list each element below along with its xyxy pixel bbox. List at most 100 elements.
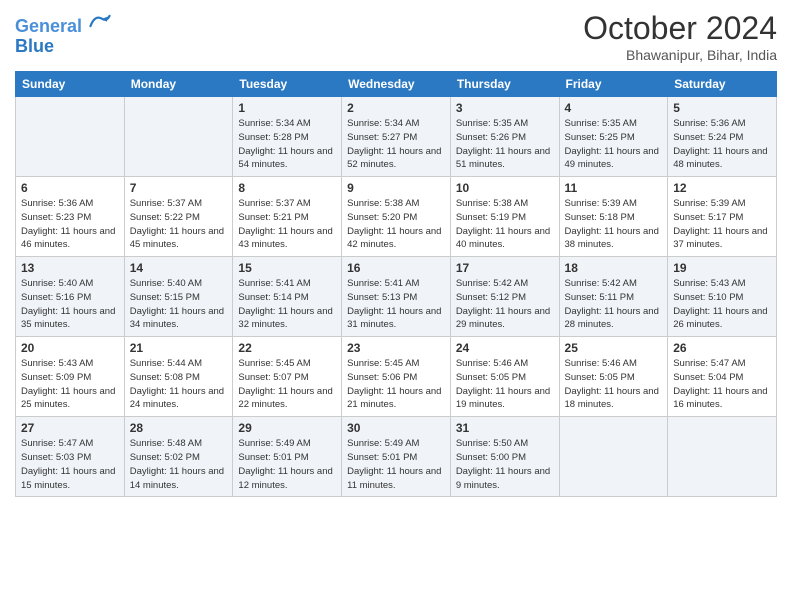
day-number: 18 [565, 261, 663, 275]
sunrise-text: Sunrise: 5:37 AM [130, 198, 202, 209]
day-number: 19 [673, 261, 771, 275]
cell-info: Sunrise: 5:44 AM Sunset: 5:08 PM Daylight:… [130, 357, 228, 412]
cell-info: Sunrise: 5:36 AMSunset: 5:23 PMDaylight:… [21, 197, 119, 252]
cell-info: Sunrise: 5:41 AMSunset: 5:14 PMDaylight:… [238, 277, 336, 332]
day-number: 5 [673, 101, 771, 115]
day-number: 31 [456, 421, 554, 435]
sunrise-text: Sunrise: 5:44 AM [130, 358, 202, 369]
day-number: 17 [456, 261, 554, 275]
cell-info: Sunrise: 5:48 AMSunset: 5:02 PMDaylight:… [130, 437, 228, 492]
sunrise-text: Sunrise: 5:50 AM [456, 438, 528, 449]
day-number: 24 [456, 341, 554, 355]
day-number: 29 [238, 421, 336, 435]
day-number: 30 [347, 421, 445, 435]
cell-info: Sunrise: 5:50 AMSunset: 5:00 PMDaylight:… [456, 437, 554, 492]
sunrise-text: Sunrise: 5:35 AM [565, 118, 637, 129]
day-cell: 19Sunrise: 5:43 AMSunset: 5:10 PMDayligh… [668, 257, 777, 337]
daylight-text: Daylight: 11 hours and 29 minutes. [456, 306, 550, 331]
day-number: 26 [673, 341, 771, 355]
daylight-text: Daylight: 11 hours and 15 minutes. [21, 466, 115, 491]
day-cell: 15Sunrise: 5:41 AMSunset: 5:14 PMDayligh… [233, 257, 342, 337]
sunset-text: Sunset: 5:12 PM [456, 292, 526, 303]
header-row: SundayMondayTuesdayWednesdayThursdayFrid… [16, 72, 777, 97]
day-number: 11 [565, 181, 663, 195]
day-cell [16, 97, 125, 177]
daylight-text: Daylight: 11 hours and 31 minutes. [347, 306, 441, 331]
sunrise-text: Sunrise: 5:43 AM [673, 278, 745, 289]
day-cell: 16Sunrise: 5:41 AMSunset: 5:13 PMDayligh… [342, 257, 451, 337]
week-row-1: 1Sunrise: 5:34 AMSunset: 5:28 PMDaylight… [16, 97, 777, 177]
daylight-text: Daylight: 11 hours and 54 minutes. [238, 146, 332, 171]
day-cell: 14 Sunrise: 5:40 AMSunset: 5:15 PMDayligh… [124, 257, 233, 337]
daylight-text: Daylight: 11 hours and 12 minutes. [238, 466, 332, 491]
day-cell: 25 Sunrise: 5:46 AMSunset: 5:05 PMDayligh… [559, 337, 668, 417]
daylight-text: Daylight: 11 hours and 18 minutes. [565, 386, 659, 411]
day-cell: 2 Sunrise: 5:34 AMSunset: 5:27 PMDaylight… [342, 97, 451, 177]
sunset-text: Sunset: 5:07 PM [238, 372, 308, 383]
cell-info: Sunrise: 5:46 AMSunset: 5:05 PMDaylight:… [565, 357, 663, 412]
sunset-text: Sunset: 5:04 PM [673, 372, 743, 383]
sunset-text: Sunset: 5:09 PM [21, 372, 91, 383]
day-number: 12 [673, 181, 771, 195]
cell-info: Sunrise: 5:35 AMSunset: 5:26 PMDaylight:… [456, 117, 554, 172]
daylight-text: Daylight: 11 hours and 51 minutes. [456, 146, 550, 171]
sunset-text: Sunset: 5:22 PM [130, 212, 200, 223]
sunrise-text: Sunrise: 5:49 AM [238, 438, 310, 449]
day-number: 9 [347, 181, 445, 195]
day-cell: 22Sunrise: 5:45 AMSunset: 5:07 PMDayligh… [233, 337, 342, 417]
day-number: 21 [130, 341, 228, 355]
logo-text: General [15, 10, 111, 37]
sunrise-text: Sunrise: 5:40 AM [21, 278, 93, 289]
day-cell: 24 Sunrise: 5:46 AMSunset: 5:05 PMDayligh… [450, 337, 559, 417]
cell-info: Sunrise: 5:38 AMSunset: 5:20 PMDaylight:… [347, 197, 445, 252]
day-cell: 30Sunrise: 5:49 AMSunset: 5:01 PMDayligh… [342, 417, 451, 497]
sunset-text: Sunset: 5:17 PM [673, 212, 743, 223]
day-number: 14 [130, 261, 228, 275]
sunrise-text: Sunrise: 5:36 AM [21, 198, 93, 209]
col-header-tuesday: Tuesday [233, 72, 342, 97]
day-cell: 21 Sunrise: 5:44 AM Sunset: 5:08 PM Dayligh… [124, 337, 233, 417]
day-cell: 17Sunrise: 5:42 AMSunset: 5:12 PMDayligh… [450, 257, 559, 337]
cell-info: Sunrise: 5:34 AMSunset: 5:27 PMDaylight:… [347, 117, 445, 172]
sunset-text: Sunset: 5:03 PM [21, 452, 91, 463]
logo-icon [89, 10, 111, 32]
sunset-text: Sunset: 5:18 PM [565, 212, 635, 223]
cell-info: Sunrise: 5:47 AMSunset: 5:04 PMDaylight:… [673, 357, 771, 412]
sunrise-text: Sunrise: 5:46 AM [456, 358, 528, 369]
logo: General Blue [15, 10, 111, 57]
cell-info: Sunrise: 5:41 AMSunset: 5:13 PMDaylight:… [347, 277, 445, 332]
cell-info: Sunrise: 5:37 AMSunset: 5:22 PMDaylight:… [130, 197, 228, 252]
sunset-text: Sunset: 5:28 PM [238, 132, 308, 143]
day-cell: 28Sunrise: 5:48 AMSunset: 5:02 PMDayligh… [124, 417, 233, 497]
col-header-saturday: Saturday [668, 72, 777, 97]
cell-info: Sunrise: 5:47 AMSunset: 5:03 PMDaylight:… [21, 437, 119, 492]
sunrise-text: Sunrise: 5:39 AM [673, 198, 745, 209]
day-number: 25 [565, 341, 663, 355]
day-cell: 26 Sunrise: 5:47 AMSunset: 5:04 PMDayligh… [668, 337, 777, 417]
cell-info: Sunrise: 5:39 AMSunset: 5:17 PMDaylight:… [673, 197, 771, 252]
cell-info: Sunrise: 5:42 AMSunset: 5:11 PMDaylight:… [565, 277, 663, 332]
day-number: 13 [21, 261, 119, 275]
day-number: 3 [456, 101, 554, 115]
day-number: 2 [347, 101, 445, 115]
day-number: 23 [347, 341, 445, 355]
day-number: 22 [238, 341, 336, 355]
sunrise-text: Sunrise: 5:38 AM [347, 198, 419, 209]
day-cell: 23Sunrise: 5:45 AMSunset: 5:06 PMDayligh… [342, 337, 451, 417]
daylight-text: Daylight: 11 hours and 16 minutes. [673, 386, 767, 411]
cell-info: Sunrise: 5:37 AMSunset: 5:21 PMDaylight:… [238, 197, 336, 252]
day-number: 7 [130, 181, 228, 195]
cell-info: Sunrise: 5:49 AMSunset: 5:01 PMDaylight:… [238, 437, 336, 492]
cell-info: Sunrise: 5:40 AMSunset: 5:15 PMDaylight:… [130, 277, 228, 332]
daylight-text: Daylight: 11 hours and 43 minutes. [238, 226, 332, 251]
cell-info: Sunrise: 5:46 AMSunset: 5:05 PMDaylight:… [456, 357, 554, 412]
sunset-text: Sunset: 5:08 PM [130, 372, 200, 383]
day-cell: 6Sunrise: 5:36 AMSunset: 5:23 PMDaylight… [16, 177, 125, 257]
daylight-text: Daylight: 11 hours and 48 minutes. [673, 146, 767, 171]
sunrise-text: Sunrise: 5:37 AM [238, 198, 310, 209]
daylight-text: Daylight: 11 hours and 24 minutes. [130, 386, 224, 411]
day-cell: 9 Sunrise: 5:38 AMSunset: 5:20 PMDaylight… [342, 177, 451, 257]
sunrise-text: Sunrise: 5:41 AM [347, 278, 419, 289]
sunset-text: Sunset: 5:11 PM [565, 292, 635, 303]
daylight-text: Daylight: 11 hours and 35 minutes. [21, 306, 115, 331]
